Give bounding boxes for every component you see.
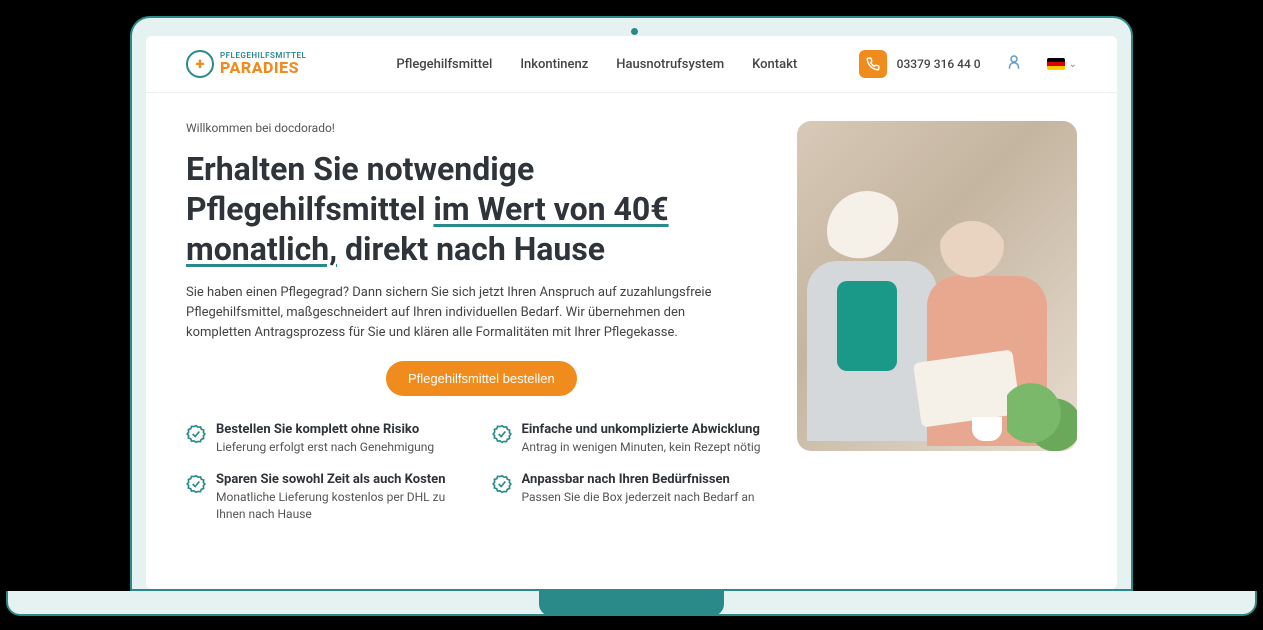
laptop-notch	[539, 591, 724, 616]
feature-desc: Passen Sie die Box jederzeit nach Bedarf…	[522, 489, 755, 506]
feature-item: Einfache und unkomplizierte Abwicklung A…	[492, 422, 768, 456]
hero-description: Sie haben einen Pflegegrad? Dann sichern…	[186, 283, 746, 343]
nav-inkontinenz[interactable]: Inkontinenz	[520, 57, 588, 72]
hero-image	[797, 121, 1077, 451]
screen: + PFLEGEHILFSMITTEL PARADIES Pflegehilfs…	[146, 36, 1117, 589]
cup-illustration	[972, 417, 1002, 441]
logo-icon: +	[186, 50, 214, 78]
phone-link[interactable]: 03379 316 44 0	[859, 50, 981, 78]
laptop-frame: + PFLEGEHILFSMITTEL PARADIES Pflegehilfs…	[130, 16, 1133, 591]
features-grid: Bestellen Sie komplett ohne Risiko Liefe…	[186, 422, 767, 522]
feature-title: Einfache und unkomplizierte Abwicklung	[522, 422, 761, 437]
phone-icon	[859, 50, 887, 78]
person-illustration	[807, 261, 937, 441]
header-right: 03379 316 44 0 ⌄	[859, 50, 1077, 78]
main-nav: Pflegehilfsmittel Inkontinenz Hausnotruf…	[396, 57, 797, 72]
nav-kontakt[interactable]: Kontakt	[752, 57, 797, 72]
hero-content: Willkommen bei docdorado! Erhalten Sie n…	[186, 121, 767, 523]
plant-illustration	[1007, 381, 1077, 451]
chevron-down-icon: ⌄	[1069, 59, 1077, 70]
feature-desc: Monatliche Lieferung kostenlos per DHL z…	[216, 489, 462, 523]
logo-big-text: PARADIES	[220, 60, 306, 76]
plus-icon: +	[196, 56, 205, 72]
feature-title: Sparen Sie sowohl Zeit als auch Kosten	[216, 472, 462, 487]
user-icon[interactable]	[1005, 53, 1023, 75]
check-badge-icon	[186, 474, 206, 494]
header: + PFLEGEHILFSMITTEL PARADIES Pflegehilfs…	[146, 36, 1117, 93]
feature-title: Anpassbar nach Ihren Bedürfnissen	[522, 472, 755, 487]
feature-item: Anpassbar nach Ihren Bedürfnissen Passen…	[492, 472, 768, 523]
flag-de-icon	[1047, 58, 1065, 70]
nav-pflegehilfsmittel[interactable]: Pflegehilfsmittel	[396, 57, 492, 72]
cta-button[interactable]: Pflegehilfsmittel bestellen	[386, 361, 577, 396]
main-content: Willkommen bei docdorado! Erhalten Sie n…	[146, 93, 1117, 523]
phone-number: 03379 316 44 0	[897, 57, 981, 71]
nav-hausnotrufsystem[interactable]: Hausnotrufsystem	[616, 57, 724, 72]
check-badge-icon	[492, 474, 512, 494]
hero-title: Erhalten Sie notwendige Pflegehilfsmitte…	[186, 149, 767, 269]
feature-item: Bestellen Sie komplett ohne Risiko Liefe…	[186, 422, 462, 456]
welcome-text: Willkommen bei docdorado!	[186, 121, 767, 135]
tablet-illustration	[913, 349, 1021, 427]
check-badge-icon	[492, 424, 512, 444]
feature-desc: Antrag in wenigen Minuten, kein Rezept n…	[522, 439, 761, 456]
logo[interactable]: + PFLEGEHILFSMITTEL PARADIES	[186, 50, 306, 78]
feature-desc: Lieferung erfolgt erst nach Genehmigung	[216, 439, 434, 456]
language-selector[interactable]: ⌄	[1047, 58, 1077, 70]
feature-title: Bestellen Sie komplett ohne Risiko	[216, 422, 434, 437]
feature-item: Sparen Sie sowohl Zeit als auch Kosten M…	[186, 472, 462, 523]
laptop-camera-dot	[631, 28, 638, 35]
check-badge-icon	[186, 424, 206, 444]
